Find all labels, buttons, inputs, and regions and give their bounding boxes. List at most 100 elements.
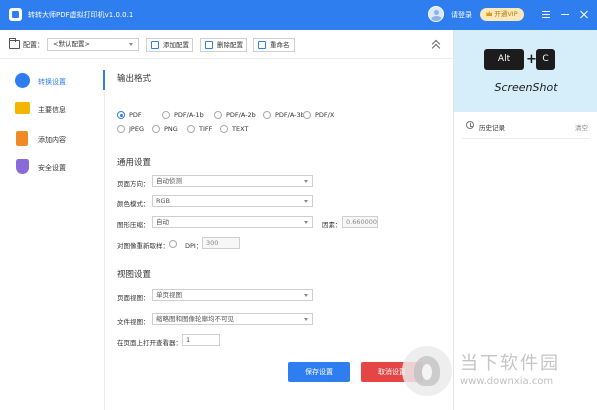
radio-icon [187, 125, 195, 133]
sidebar-item-security[interactable]: 安全设置 [0, 157, 104, 177]
radio-icon [263, 111, 271, 119]
chevron-down-icon [304, 221, 308, 224]
dpi-label: DPI： [185, 242, 203, 250]
login-link[interactable]: 请登录 [451, 10, 472, 20]
app-title: 转转大师PDF虚拟打印机v1.0.0.1 [28, 11, 134, 19]
screenshot-ad-banner[interactable]: Alt + C ScreenShot [454, 30, 597, 112]
config-label: 配置： [23, 41, 44, 49]
format-label: JPEG [129, 125, 144, 133]
dpi-input[interactable]: 300 [202, 237, 240, 249]
minimize-icon[interactable] [559, 8, 571, 20]
history-header: 历史记录 清空 [454, 118, 597, 134]
sidebar: 转换设置 主要信息 添加内容 安全设置 [0, 59, 104, 410]
watermark-url: www.downxia.com [460, 376, 554, 387]
chevron-down-icon [304, 200, 308, 203]
radio-icon [220, 125, 228, 133]
factor-label: 因素： [322, 221, 342, 229]
collapse-icon[interactable] [431, 39, 441, 53]
avatar-icon[interactable] [428, 6, 444, 22]
add-icon [151, 41, 159, 49]
page-view-select[interactable]: 单页视图 [152, 289, 313, 301]
sidebar-item-label: 安全设置 [38, 164, 66, 172]
chevron-down-icon [304, 180, 308, 183]
delete-icon [205, 41, 213, 49]
format-label: PDF/X [315, 111, 335, 119]
output-format-title: 输出格式 [117, 74, 152, 84]
radio-icon [117, 125, 125, 133]
c-key: C [536, 49, 555, 70]
format-radio-pdf[interactable]: PDF [117, 110, 142, 120]
folder-config-icon [9, 38, 20, 49]
config-toolbar: 配置： <默认配置> 添加配置 删除配置 重命名 [0, 30, 453, 59]
orientation-select[interactable]: 自动侦测 [152, 175, 313, 187]
format-radio-tiff[interactable]: TIFF [187, 124, 212, 134]
radio-icon [152, 125, 160, 133]
close-icon[interactable] [578, 8, 590, 20]
vip-label: 开通VIP [494, 10, 518, 18]
menu-icon[interactable] [540, 8, 552, 20]
radio-icon [162, 111, 170, 119]
color-mode-select[interactable]: RGB [152, 195, 313, 207]
view-settings-title: 视图设置 [117, 270, 152, 280]
sidebar-item-add-content[interactable]: 添加内容 [0, 129, 104, 149]
sidebar-item-convert[interactable]: 转换设置 [0, 71, 104, 91]
crown-icon [486, 11, 493, 16]
format-radio-pdfa2b[interactable]: PDF/A-2b [214, 110, 256, 120]
radio-icon [117, 111, 125, 119]
format-radio-pdfa3b[interactable]: PDF/A-3b [263, 110, 305, 120]
format-label: PDF/A-3b [275, 111, 305, 119]
config-select-value: <默认配置> [53, 40, 90, 48]
history-divider [462, 138, 590, 139]
delete-config-button[interactable]: 删除配置 [200, 38, 247, 52]
delete-config-label: 删除配置 [217, 41, 243, 49]
watermark-logo-icon [402, 346, 452, 396]
format-radio-pdfa1b[interactable]: PDF/A-1b [162, 110, 204, 120]
sidebar-item-main-info[interactable]: 主要信息 [0, 99, 104, 119]
alt-key: Alt [484, 49, 524, 70]
format-radio-pdfx[interactable]: PDF/X [303, 110, 334, 120]
clear-history-link[interactable]: 清空 [575, 122, 588, 132]
format-label: PDF [129, 111, 142, 119]
orientation-label: 页面方向： [117, 180, 150, 188]
chevron-down-icon [129, 43, 133, 46]
radio-icon [214, 111, 222, 119]
folder-icon [15, 102, 30, 114]
open-page-input[interactable]: 1 [182, 334, 220, 346]
watermark-text: 当下软件园 [460, 353, 560, 374]
doc-view-label: 文件视图： [117, 318, 150, 326]
sidebar-item-label: 添加内容 [38, 136, 66, 144]
app-logo-icon [9, 8, 22, 21]
resample-label: 对图像重新取样： [117, 242, 169, 250]
format-radio-jpeg[interactable]: JPEG [117, 124, 144, 134]
orientation-value: 自动侦测 [156, 177, 182, 185]
format-label: PDF/A-2b [226, 111, 256, 119]
format-radio-png[interactable]: PNG [152, 124, 178, 134]
add-config-button[interactable]: 添加配置 [146, 38, 193, 52]
format-label: TEXT [232, 125, 249, 133]
document-icon [16, 131, 28, 146]
config-select[interactable]: <默认配置> [47, 38, 139, 51]
rename-label: 重命名 [270, 41, 290, 49]
compression-value: 自动 [156, 218, 169, 226]
save-settings-button[interactable]: 保存设置 [288, 362, 350, 382]
factor-input[interactable]: 0.660000 [342, 216, 378, 228]
general-settings-title: 通用设置 [117, 158, 152, 168]
compression-select[interactable]: 自动 [152, 216, 313, 228]
format-radio-text[interactable]: TEXT [220, 124, 248, 134]
settings-content: 输出格式 PDF PDF/A-1b PDF/A-2b PDF/A-3b PDF/… [105, 59, 453, 410]
convert-icon [15, 73, 30, 88]
color-mode-label: 颜色模式： [117, 200, 150, 208]
format-label: PNG [164, 125, 178, 133]
format-label: TIFF [199, 125, 213, 133]
doc-view-select[interactable]: 缩略图和图像轮廓均不可见 [152, 313, 313, 325]
color-mode-value: RGB [156, 197, 171, 205]
page-view-value: 单页视图 [156, 291, 182, 299]
doc-view-value: 缩略图和图像轮廓均不可见 [156, 315, 234, 323]
resample-toggle[interactable] [169, 239, 181, 249]
chevron-down-icon [304, 294, 308, 297]
shield-icon [16, 159, 29, 174]
format-label: PDF/A-1b [174, 111, 204, 119]
vip-button[interactable]: 开通VIP [480, 8, 524, 21]
page-view-label: 页面视图： [117, 294, 150, 302]
rename-button[interactable]: 重命名 [253, 38, 295, 52]
